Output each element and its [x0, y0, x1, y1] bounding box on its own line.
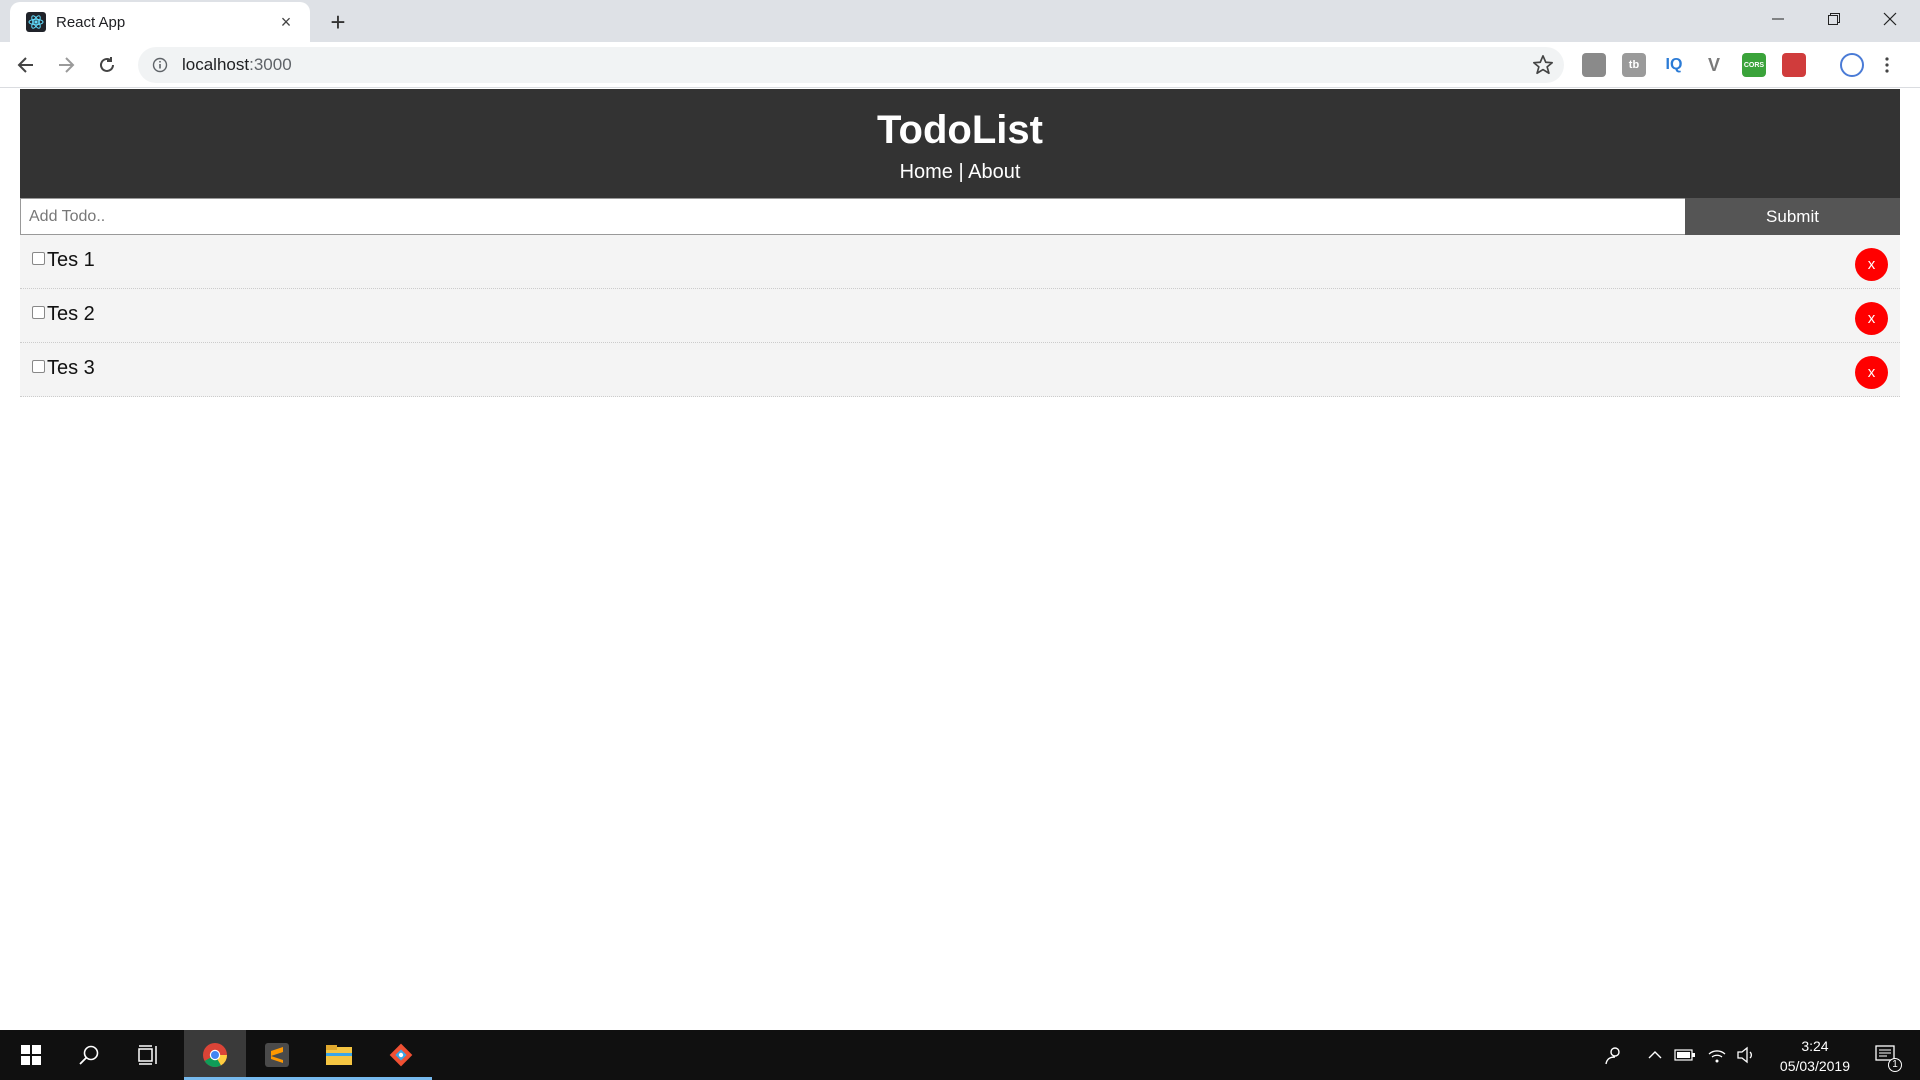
search-button[interactable]	[66, 1030, 112, 1080]
url-port: :3000	[249, 55, 292, 74]
nav-separator: |	[952, 161, 969, 183]
todo-item: Tes 3 x	[20, 343, 1900, 397]
delete-todo-button[interactable]: x	[1855, 302, 1888, 335]
tab-title: React App	[56, 13, 126, 31]
cors-ext-icon[interactable]: CORS	[1742, 53, 1766, 77]
task-view-icon	[138, 1045, 157, 1065]
todo-checkbox[interactable]	[32, 306, 45, 319]
taskbar-clock[interactable]: 3:24 05/03/2019	[1780, 1036, 1850, 1076]
speaker-icon	[1737, 1046, 1752, 1064]
kebab-menu-icon	[1885, 57, 1889, 73]
nav-about-link[interactable]: About	[968, 161, 1020, 183]
browser-toolbar: localhost:3000 tb IQ V CORS	[0, 42, 1920, 88]
people-button[interactable]	[1598, 1030, 1628, 1080]
battery-icon	[1674, 1049, 1695, 1061]
network-button[interactable]	[1704, 1030, 1730, 1080]
url-host: localhost	[182, 55, 250, 74]
tab-close-icon[interactable]: ×	[276, 12, 296, 32]
delete-todo-button[interactable]: x	[1855, 248, 1888, 281]
task-view-button[interactable]	[126, 1030, 172, 1080]
minimize-icon	[1772, 18, 1784, 20]
page-title: TodoList	[877, 108, 1043, 152]
sublime-text-icon	[265, 1043, 289, 1067]
page-viewport: TodoList Home | About Submit Tes 1 x Tes…	[0, 89, 1920, 1030]
close-icon	[1883, 12, 1897, 26]
chevron-up-icon	[1648, 1051, 1662, 1059]
todo-app: TodoList Home | About Submit Tes 1 x Tes…	[20, 89, 1900, 397]
action-center-button[interactable]: 1	[1866, 1030, 1906, 1080]
info-icon[interactable]	[152, 57, 168, 73]
iq-ext-icon[interactable]: IQ	[1662, 53, 1686, 77]
show-hidden-icons-button[interactable]	[1644, 1030, 1666, 1080]
browser-menu-button[interactable]	[1880, 53, 1894, 77]
close-window-button[interactable]	[1862, 0, 1918, 38]
taskbar-app-sublime[interactable]	[246, 1030, 308, 1080]
browser-tab[interactable]: React App ×	[10, 2, 310, 42]
restore-button[interactable]	[1806, 0, 1862, 38]
back-button[interactable]	[10, 49, 42, 81]
windows-taskbar: 3:24 05/03/2019 1	[0, 1030, 1920, 1080]
app-header: TodoList Home | About	[20, 89, 1900, 198]
battery-button[interactable]	[1672, 1030, 1698, 1080]
tb-ext-icon[interactable]: tb	[1622, 53, 1646, 77]
volume-button[interactable]	[1734, 1030, 1758, 1080]
windows-logo-icon	[21, 1045, 41, 1065]
address-bar[interactable]: localhost:3000	[138, 47, 1564, 83]
forward-button[interactable]	[50, 49, 82, 81]
clock-date: 05/03/2019	[1779, 1058, 1850, 1074]
add-todo-form: Submit	[20, 198, 1900, 235]
submit-button[interactable]: Submit	[1685, 198, 1900, 235]
start-button[interactable]	[8, 1030, 54, 1080]
nav-home-link[interactable]: Home	[900, 161, 953, 183]
reload-button[interactable]	[91, 49, 123, 81]
vue-ext-icon[interactable]: V	[1702, 53, 1726, 77]
clock-time: 3:24	[1801, 1038, 1829, 1054]
reload-icon	[100, 57, 114, 72]
todo-title: Tes 3	[47, 357, 95, 379]
todo-item: Tes 1 x	[20, 235, 1900, 289]
redux-ext-icon[interactable]	[1782, 53, 1806, 77]
todo-checkbox[interactable]	[32, 360, 45, 373]
taskbar-app-git[interactable]	[370, 1030, 432, 1080]
taskbar-app-explorer[interactable]	[308, 1030, 370, 1080]
url-text: localhost:3000	[182, 55, 292, 75]
todo-item: Tes 2 x	[20, 289, 1900, 343]
new-tab-button[interactable]: +	[324, 7, 352, 37]
minimize-button[interactable]	[1750, 0, 1806, 38]
header-nav: Home | About	[20, 161, 1900, 184]
chrome-icon	[203, 1043, 227, 1068]
arrow-right-icon	[59, 57, 75, 73]
file-explorer-icon	[326, 1045, 352, 1065]
restore-icon	[1828, 13, 1840, 25]
git-icon	[389, 1043, 413, 1067]
notification-count-badge: 1	[1888, 1058, 1902, 1072]
todo-title: Tes 1	[47, 249, 95, 271]
people-icon	[1605, 1047, 1620, 1065]
taskbar-app-chrome[interactable]	[184, 1030, 246, 1080]
react-icon	[26, 12, 46, 32]
search-icon	[79, 1045, 99, 1065]
add-todo-input[interactable]	[20, 198, 1685, 235]
profile-ext-icon[interactable]	[1582, 53, 1606, 77]
bookmark-star-icon[interactable]	[1532, 54, 1554, 76]
todo-title: Tes 2	[47, 303, 95, 325]
avatar-ext-icon[interactable]	[1840, 53, 1864, 77]
arrow-left-icon	[17, 57, 33, 73]
wifi-icon	[1708, 1050, 1726, 1063]
delete-todo-button[interactable]: x	[1855, 356, 1888, 389]
browser-tab-strip: React App × +	[0, 0, 1920, 42]
todo-checkbox[interactable]	[32, 252, 45, 265]
